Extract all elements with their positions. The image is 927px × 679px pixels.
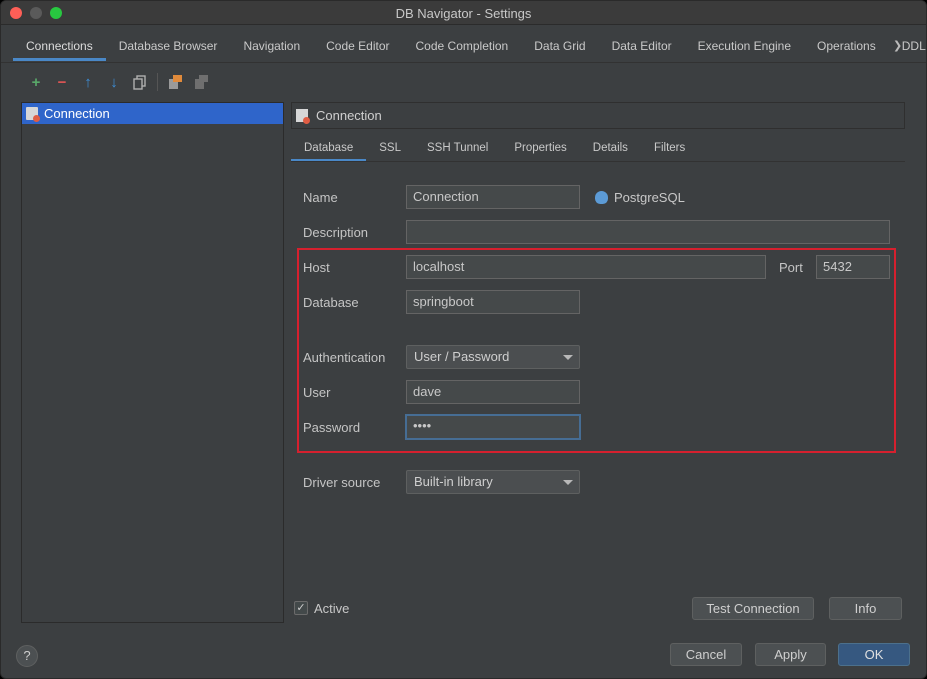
import-connection-button[interactable] <box>162 71 188 93</box>
import-icon <box>169 75 182 89</box>
subtab-ssh-tunnel[interactable]: SSH Tunnel <box>414 134 501 162</box>
add-connection-button[interactable]: + <box>23 71 49 93</box>
cancel-button[interactable]: Cancel <box>670 643 742 666</box>
subtab-details[interactable]: Details <box>580 134 641 162</box>
copy-icon <box>133 74 146 90</box>
ok-button[interactable]: OK <box>838 643 910 666</box>
tab-database-browser[interactable]: Database Browser <box>106 29 231 61</box>
arrow-down-icon: ↓ <box>110 73 118 91</box>
connection-header-title: Connection <box>316 108 382 123</box>
database-connection-icon <box>296 109 310 124</box>
chevron-down-icon[interactable]: ❯ <box>893 39 902 52</box>
active-label: Active <box>314 601 350 616</box>
settings-tabs: Connections Database Browser Navigation … <box>13 29 926 61</box>
info-button[interactable]: Info <box>829 597 902 620</box>
subtab-filters[interactable]: Filters <box>641 134 698 162</box>
tab-connections[interactable]: Connections <box>13 29 106 61</box>
plus-icon: + <box>31 73 41 91</box>
connection-subtabs: Database SSL SSH Tunnel Properties Detai… <box>291 134 698 162</box>
connections-tree: Connection <box>21 102 284 623</box>
name-field[interactable]: Connection <box>406 185 580 209</box>
host-field[interactable]: localhost <box>406 255 766 279</box>
tab-data-editor[interactable]: Data Editor <box>599 29 685 61</box>
subtab-database[interactable]: Database <box>291 134 367 162</box>
tab-data-grid[interactable]: Data Grid <box>521 29 598 61</box>
driver-source-label: Driver source <box>303 475 381 490</box>
subtab-ssl[interactable]: SSL <box>366 134 414 162</box>
tab-execution-engine[interactable]: Execution Engine <box>685 29 804 61</box>
subtabs-divider <box>291 161 905 162</box>
driver-source-select[interactable]: Built-in library <box>406 470 580 494</box>
title-bar: DB Navigator - Settings <box>1 1 926 25</box>
minus-icon: − <box>57 73 67 91</box>
description-label: Description <box>303 225 369 240</box>
tab-operations[interactable]: Operations <box>804 29 889 61</box>
authentication-value: User / Password <box>414 349 510 364</box>
export-icon <box>195 75 208 89</box>
password-field[interactable]: •••• <box>405 414 581 440</box>
authentication-select[interactable]: User / Password <box>406 345 580 369</box>
copy-connection-button[interactable] <box>127 71 153 93</box>
move-down-button[interactable]: ↓ <box>101 71 127 93</box>
database-type: PostgreSQL <box>595 190 685 205</box>
dropdown-arrow-icon <box>563 480 573 485</box>
tabs-divider <box>1 62 926 63</box>
driver-source-value: Built-in library <box>414 474 493 489</box>
test-connection-button[interactable]: Test Connection <box>692 597 814 620</box>
window-title: DB Navigator - Settings <box>395 6 532 21</box>
settings-window: DB Navigator - Settings Connections Data… <box>0 0 927 679</box>
tree-item-connection[interactable]: Connection <box>22 103 283 124</box>
move-up-button[interactable]: ↑ <box>75 71 101 93</box>
apply-button[interactable]: Apply <box>755 643 826 666</box>
tree-item-label: Connection <box>44 106 110 121</box>
user-label: User <box>303 385 331 400</box>
arrow-up-icon: ↑ <box>84 73 92 91</box>
database-connection-icon <box>26 107 40 122</box>
tab-code-editor[interactable]: Code Editor <box>313 29 402 61</box>
connection-header: Connection <box>291 102 905 129</box>
tab-code-completion[interactable]: Code Completion <box>403 29 522 61</box>
help-button[interactable]: ? <box>16 645 38 667</box>
authentication-label: Authentication <box>303 350 386 365</box>
host-label: Host <box>303 260 330 275</box>
connections-toolbar: + − ↑ ↓ <box>23 71 214 93</box>
password-label: Password <box>303 420 361 435</box>
remove-connection-button[interactable]: − <box>49 71 75 93</box>
export-connection-button[interactable] <box>188 71 214 93</box>
description-field[interactable] <box>406 220 890 244</box>
dropdown-arrow-icon <box>563 355 573 360</box>
active-checkbox[interactable]: ✓ <box>294 601 308 615</box>
toolbar-divider <box>157 73 158 91</box>
postgresql-icon <box>595 191 608 204</box>
database-field[interactable]: springboot <box>406 290 580 314</box>
tab-navigation[interactable]: Navigation <box>230 29 313 61</box>
name-label: Name <box>303 190 338 205</box>
database-label: Database <box>303 295 359 310</box>
database-type-label: PostgreSQL <box>614 190 685 205</box>
port-label: Port <box>779 260 803 275</box>
subtab-properties[interactable]: Properties <box>501 134 579 162</box>
user-field[interactable]: dave <box>406 380 580 404</box>
port-field[interactable]: 5432 <box>816 255 890 279</box>
